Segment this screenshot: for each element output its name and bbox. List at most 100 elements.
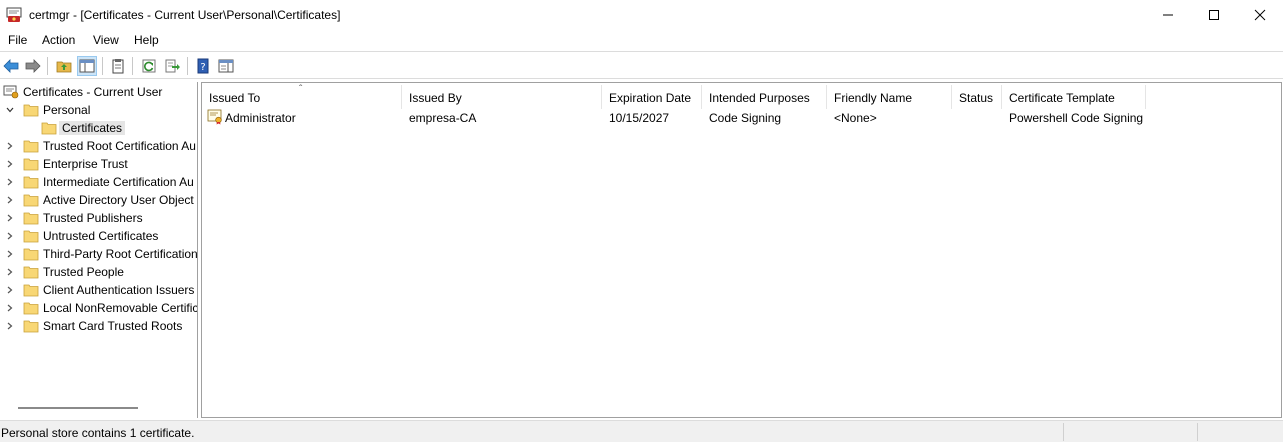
- column-header-intended-purposes[interactable]: Intended Purposes: [702, 85, 827, 109]
- minimize-icon: [1163, 14, 1173, 16]
- tree-item-label: Personal: [43, 103, 91, 117]
- up-one-level-button[interactable]: [54, 56, 74, 76]
- folder-open-icon: [41, 122, 57, 135]
- tree-item-label: Untrusted Certificates: [43, 229, 159, 243]
- column-header-label: Certificate Template: [1009, 91, 1115, 105]
- column-header-label: Issued By: [409, 91, 462, 105]
- folder-icon: [23, 229, 43, 243]
- menu-action[interactable]: Action: [42, 33, 75, 47]
- close-icon: [1254, 9, 1266, 21]
- tree-item-label: Certificates: [59, 121, 126, 135]
- column-header-status[interactable]: Status: [952, 85, 1002, 109]
- tree-item[interactable]: Intermediate Certification Au: [3, 173, 194, 191]
- tree-item-personal[interactable]: Personal: [3, 101, 90, 119]
- maximize-button[interactable]: [1191, 0, 1237, 30]
- toolbar-separator: [187, 57, 188, 75]
- chevron-right-icon[interactable]: [3, 263, 17, 281]
- tree-item-label: Smart Card Trusted Roots: [43, 319, 183, 333]
- tree-item[interactable]: Enterprise Trust: [3, 155, 128, 173]
- tree-root[interactable]: Certificates - Current User: [3, 83, 162, 101]
- export-list-button[interactable]: [162, 56, 182, 76]
- tree-item[interactable]: Trusted Publishers: [3, 209, 143, 227]
- tree-item[interactable]: Trusted People: [3, 263, 124, 281]
- column-header-issued-to[interactable]: Issued To ˆ: [202, 84, 402, 109]
- folder-icon: [23, 193, 43, 207]
- maximize-icon: [1209, 10, 1219, 20]
- tree-item[interactable]: Smart Card Trusted Roots: [3, 317, 182, 335]
- show-hide-action-pane-button[interactable]: [216, 56, 236, 76]
- menu-file[interactable]: File: [8, 33, 27, 47]
- chevron-right-icon[interactable]: [3, 281, 17, 299]
- console-tree: Certificates - Current User Personal Cer…: [0, 82, 198, 418]
- horizontal-scrollbar[interactable]: [18, 407, 138, 409]
- back-arrow-icon: [3, 59, 19, 73]
- folder-icon: [23, 283, 43, 297]
- folder-icon: [23, 247, 43, 261]
- chevron-down-icon[interactable]: [3, 101, 17, 119]
- help-button[interactable]: ?: [193, 56, 213, 76]
- tree-item[interactable]: Active Directory User Object: [3, 191, 194, 209]
- chevron-right-icon[interactable]: [3, 299, 17, 317]
- status-bar: Personal store contains 1 certificate.: [0, 420, 1283, 442]
- chevron-right-icon[interactable]: [3, 209, 17, 227]
- folder-up-icon: [56, 61, 72, 73]
- menu-help[interactable]: Help: [134, 33, 159, 47]
- cell-issued-by: empresa-CA: [409, 111, 477, 125]
- column-header-label: Expiration Date: [609, 91, 692, 105]
- chevron-right-icon[interactable]: [3, 173, 17, 191]
- tree-item[interactable]: Trusted Root Certification Au: [3, 137, 196, 155]
- status-separator: [1197, 423, 1198, 441]
- folder-icon: [23, 139, 43, 153]
- tree-item-certificates[interactable]: Certificates: [41, 119, 126, 137]
- tree-root-label: Certificates - Current User: [23, 85, 163, 99]
- refresh-button[interactable]: [139, 56, 159, 76]
- tree-item[interactable]: Client Authentication Issuers: [3, 281, 194, 299]
- menu-view[interactable]: View: [93, 33, 119, 47]
- tree-item-label: Enterprise Trust: [43, 157, 128, 171]
- title-bar: certmgr - [Certificates - Current User\P…: [0, 0, 1283, 30]
- chevron-right-icon[interactable]: [3, 191, 17, 209]
- toolbar-separator: [47, 57, 48, 75]
- tree-item-label: Local NonRemovable Certific: [43, 301, 198, 315]
- folder-icon: [23, 319, 43, 333]
- back-button[interactable]: [1, 56, 21, 76]
- folder-icon: [23, 301, 43, 315]
- tree-item-label: Trusted Root Certification Au: [43, 139, 196, 153]
- show-hide-console-tree-button[interactable]: [77, 56, 97, 76]
- tree-item-label: Trusted Publishers: [43, 211, 143, 225]
- column-header-certificate-template[interactable]: Certificate Template: [1002, 85, 1146, 109]
- sort-up-icon: ˆ: [299, 84, 303, 95]
- column-header-label: Status: [959, 91, 994, 105]
- status-separator: [1063, 423, 1064, 441]
- cell-certificate-template: Powershell Code Signing: [1009, 111, 1144, 125]
- chevron-right-icon[interactable]: [3, 155, 17, 173]
- tree-item-label: Third-Party Root Certification: [43, 247, 198, 261]
- column-header-expiration-date[interactable]: Expiration Date: [602, 85, 702, 109]
- close-button[interactable]: [1237, 0, 1283, 30]
- column-header-issued-by[interactable]: Issued By: [402, 85, 602, 109]
- column-header-label: Intended Purposes: [709, 91, 810, 105]
- cell-intended-purposes: Code Signing: [709, 111, 782, 125]
- tree-item[interactable]: Third-Party Root Certification: [3, 245, 198, 263]
- tree-item[interactable]: Untrusted Certificates: [3, 227, 158, 245]
- certificates-snapin-icon: [3, 85, 19, 99]
- action-pane-icon: [218, 59, 234, 73]
- forward-button[interactable]: [23, 56, 43, 76]
- tree-item[interactable]: Local NonRemovable Certific: [3, 299, 198, 317]
- minimize-button[interactable]: [1145, 0, 1191, 30]
- cell-issued-to: Administrator: [225, 111, 296, 125]
- chevron-right-icon[interactable]: [3, 227, 17, 245]
- folder-icon: [23, 175, 43, 189]
- folder-icon: [23, 157, 43, 171]
- column-header-label: Friendly Name: [834, 91, 913, 105]
- window-title: certmgr - [Certificates - Current User\P…: [29, 8, 341, 22]
- properties-button[interactable]: [108, 56, 128, 76]
- column-header-label: Issued To: [209, 91, 261, 105]
- tree-item-label: Intermediate Certification Au: [43, 175, 194, 189]
- column-header-friendly-name[interactable]: Friendly Name: [827, 85, 952, 109]
- chevron-right-icon[interactable]: [3, 245, 17, 263]
- toolbar-separator: [102, 57, 103, 75]
- chevron-right-icon[interactable]: [3, 137, 17, 155]
- menu-bar: File Action View Help: [0, 30, 1283, 52]
- chevron-right-icon[interactable]: [3, 317, 17, 335]
